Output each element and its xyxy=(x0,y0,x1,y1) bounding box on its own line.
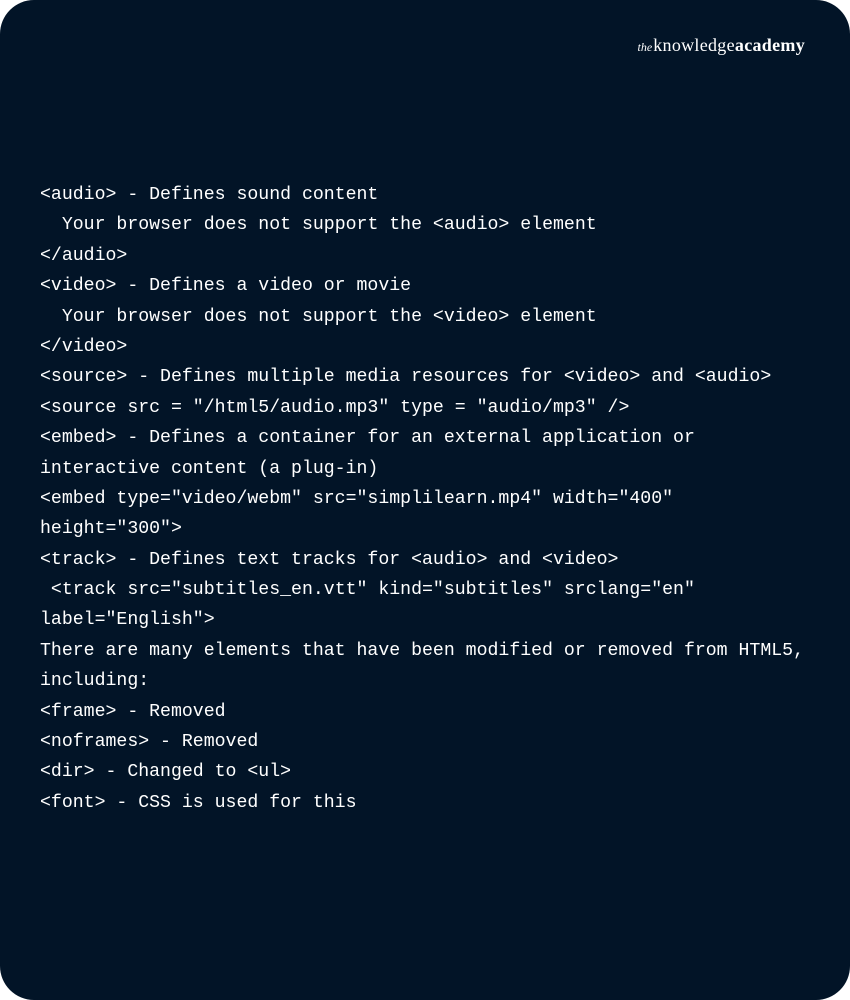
slide-card: theknowledgeacademy <audio> - Defines so… xyxy=(0,0,850,1000)
code-block: <audio> - Defines sound content Your bro… xyxy=(40,180,810,818)
brand-knowledge: knowledge xyxy=(653,35,735,55)
brand-academy: academy xyxy=(735,35,805,55)
brand-logo: theknowledgeacademy xyxy=(638,35,805,56)
brand-the: the xyxy=(638,40,653,54)
